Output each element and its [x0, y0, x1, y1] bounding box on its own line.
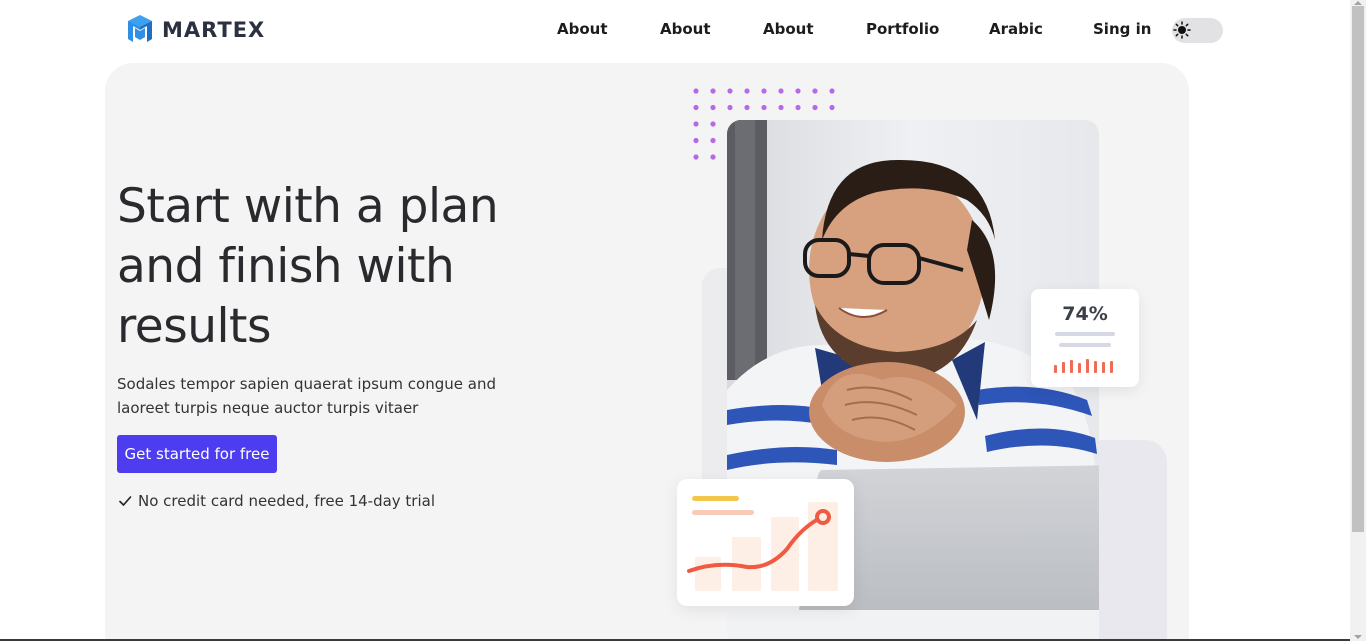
page-scrollbar[interactable] [1350, 0, 1366, 641]
background-shape [1092, 440, 1167, 641]
decorative-dot [710, 154, 716, 160]
decorative-dot [795, 88, 801, 94]
decorative-dot [829, 88, 835, 94]
decorative-dot [693, 88, 699, 94]
decorative-dot [710, 88, 716, 94]
nav-item-arabic[interactable]: Arabic [989, 20, 1043, 38]
decorative-dot [710, 121, 716, 127]
check-icon [119, 496, 132, 506]
sun-icon [1173, 21, 1191, 39]
decorative-dot [693, 137, 699, 144]
theme-toggle[interactable] [1172, 18, 1223, 43]
decorative-dot [795, 104, 801, 111]
nav-item-sign-in[interactable]: Sing in [1093, 20, 1151, 38]
decorative-dot [693, 121, 699, 127]
placeholder-line [1059, 343, 1111, 347]
decorative-dot [744, 88, 750, 94]
scroll-down-arrow-icon[interactable] [1354, 635, 1362, 639]
decorative-dot [829, 104, 835, 111]
nav-item-about[interactable]: About [557, 20, 608, 38]
nav-item-about[interactable]: About [660, 20, 711, 38]
placeholder-line [1055, 332, 1115, 336]
stat-value: 74% [1062, 303, 1108, 325]
hero-title: Start with a plan and finish with result… [117, 179, 499, 354]
hero-description: Sodales tempor sapien quaerat ipsum cong… [117, 375, 496, 417]
nav-item-about[interactable]: About [763, 20, 814, 38]
decorative-dot [727, 88, 733, 94]
decorative-dot [710, 104, 716, 111]
growth-graph-icon [687, 496, 838, 591]
scroll-up-arrow-icon[interactable] [1354, 1, 1362, 5]
scrollbar-thumb[interactable] [1352, 6, 1364, 532]
decorative-dot [761, 104, 767, 111]
main-nav: About About About Portfolio Arabic Sing … [0, 20, 1350, 42]
get-started-button[interactable]: Get started for free [117, 435, 277, 473]
nav-item-portfolio[interactable]: Portfolio [866, 20, 939, 38]
decorative-dot [710, 137, 716, 144]
trial-note: No credit card needed, free 14-day trial [118, 492, 435, 510]
decorative-dot [778, 88, 784, 94]
decorative-dot [761, 88, 767, 94]
mini-bar-chart-icon [1054, 359, 1113, 373]
growth-graph-card [677, 479, 854, 606]
decorative-dot [727, 104, 733, 111]
decorative-dot [693, 104, 699, 111]
stat-card: 74% [1031, 289, 1139, 387]
top-navigation-bar: MARTEX About About About Portfolio Arabi… [0, 0, 1350, 62]
decorative-dot [778, 104, 784, 111]
decorative-dot [744, 104, 750, 111]
decorative-dot [812, 88, 818, 94]
decorative-dot [812, 104, 818, 111]
trial-text: No credit card needed, free 14-day trial [138, 492, 435, 510]
decorative-dot [693, 154, 699, 160]
